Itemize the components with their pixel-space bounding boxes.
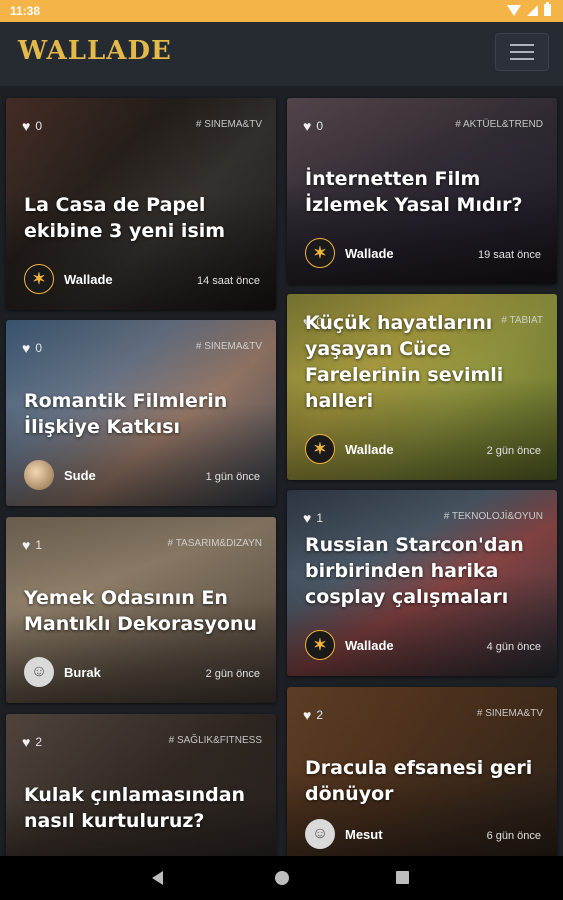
status-icons [507, 2, 551, 16]
author[interactable]: ✶ Wallade [305, 434, 394, 464]
avatar: ☺ [305, 819, 335, 849]
recent-apps-icon[interactable] [396, 871, 409, 884]
article-card[interactable]: ♥ 0 # AKTÜEL&TREND İnternetten Film İzlem… [287, 98, 557, 284]
article-title[interactable]: İnternetten Film İzlemek Yasal Mıdır? [305, 166, 543, 218]
author[interactable]: ✶ Wallade [305, 630, 394, 660]
hamburger-icon-line [510, 51, 534, 53]
category-tag[interactable]: # SINEMA&TV [196, 119, 262, 130]
author[interactable]: ☺ Burak [24, 657, 101, 687]
article-card[interactable]: ♥ 0 # SINEMA&TV Romantik Filmlerin İlişki… [6, 320, 276, 506]
avatar: ● [24, 460, 54, 490]
post-time: 2 gün önce [486, 445, 541, 457]
heart-icon: ♥ [22, 734, 31, 750]
category-tag[interactable]: # AKTÜEL&TREND [455, 119, 543, 130]
heart-icon: ♥ [303, 118, 312, 134]
avatar: ✶ [305, 630, 335, 660]
like-count[interactable]: ♥ 0 [22, 119, 42, 133]
app-logo[interactable]: WALLADE [18, 36, 172, 66]
article-feed[interactable]: ♥ 0 # SINEMA&TV La Casa de Papel ekibine … [0, 86, 563, 856]
article-title[interactable]: Romantik Filmlerin İlişkiye Katkısı [24, 388, 262, 440]
post-time: 1 gün önce [205, 471, 260, 483]
like-count[interactable]: ♥ 2 [303, 708, 323, 722]
app-bar: WALLADE [0, 22, 563, 86]
article-card[interactable]: ♥ 0 # SINEMA&TV La Casa de Papel ekibine … [6, 98, 276, 310]
like-count[interactable]: ♥ 2 [22, 735, 42, 749]
post-time: 14 saat önce [197, 275, 260, 287]
heart-icon: ♥ [303, 510, 312, 526]
article-card[interactable]: ♥ 1 # TEKNOLOJİ&OYUN Russian Starcon'dan … [287, 490, 557, 676]
author[interactable]: ✶ Wallade [24, 264, 113, 294]
heart-icon: ♥ [22, 340, 31, 356]
category-tag[interactable]: # SINEMA&TV [196, 341, 262, 352]
article-title[interactable]: Dracula efsanesi geri dönüyor [305, 755, 543, 807]
article-card[interactable]: ♥ 0 # TABIAT Küçük hayatlarını yaşayan Cü… [287, 294, 557, 480]
heart-icon: ♥ [22, 118, 31, 134]
hamburger-icon-line [510, 44, 534, 46]
avatar: ✶ [305, 434, 335, 464]
status-time: 11:38 [10, 4, 41, 18]
article-title[interactable]: Küçük hayatlarını yaşayan Cüce Farelerin… [305, 310, 543, 414]
article-title[interactable]: Russian Starcon'dan birbirinden harika c… [305, 532, 543, 610]
avatar: ✶ [24, 264, 54, 294]
back-icon[interactable] [152, 871, 163, 885]
category-tag[interactable]: # TASARIM&DIZAYN [168, 538, 262, 549]
post-time: 2 gün önce [205, 668, 260, 680]
home-icon[interactable] [275, 871, 289, 885]
like-count[interactable]: ♥ 0 [303, 119, 323, 133]
like-count[interactable]: ♥ 1 [303, 511, 323, 525]
article-title[interactable]: Kulak çınlamasından nasıl kurtuluruz? [24, 782, 262, 834]
wifi-icon [507, 4, 521, 16]
author[interactable]: ☺ Mesut [305, 819, 383, 849]
like-count[interactable]: ♥ 0 [22, 341, 42, 355]
article-card[interactable]: ♥ 2 # SAĞLIK&FITNESS Kulak çınlamasından … [6, 714, 276, 856]
category-tag[interactable]: # SINEMA&TV [477, 708, 543, 719]
heart-icon: ♥ [22, 537, 31, 553]
post-time: 4 gün önce [486, 641, 541, 653]
like-count[interactable]: ♥ 1 [22, 538, 42, 552]
post-time: 6 gün önce [486, 830, 541, 842]
article-card[interactable]: ♥ 1 # TASARIM&DIZAYN Yemek Odasının En Ma… [6, 517, 276, 703]
battery-icon [544, 2, 551, 16]
signal-icon [527, 4, 538, 16]
article-card[interactable]: ♥ 2 # SINEMA&TV Dracula efsanesi geri dön… [287, 687, 557, 856]
article-title[interactable]: La Casa de Papel ekibine 3 yeni isim [24, 192, 262, 244]
author[interactable]: ✶ Wallade [305, 238, 394, 268]
post-time: 19 saat önce [478, 249, 541, 261]
category-tag[interactable]: # TEKNOLOJİ&OYUN [444, 511, 543, 522]
category-tag[interactable]: # SAĞLIK&FITNESS [169, 735, 262, 746]
status-bar: 11:38 [0, 0, 563, 22]
menu-button[interactable] [495, 33, 549, 71]
hamburger-icon-line [510, 58, 534, 60]
system-nav-bar [0, 856, 563, 900]
author[interactable]: ●Sude [24, 460, 96, 490]
article-title[interactable]: Yemek Odasının En Mantıklı Dekorasyonu [24, 585, 262, 637]
heart-icon: ♥ [303, 707, 312, 723]
avatar: ✶ [305, 238, 335, 268]
avatar: ☺ [24, 657, 54, 687]
